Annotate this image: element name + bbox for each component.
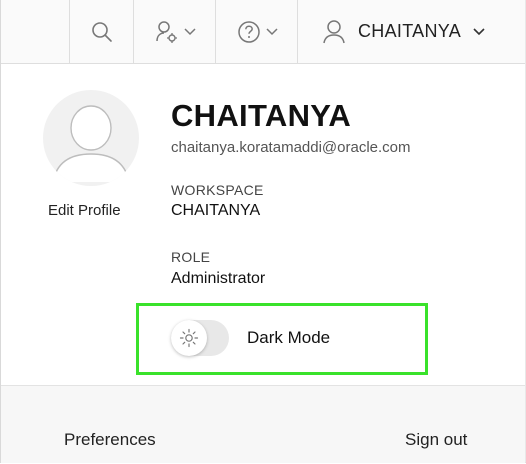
search-icon <box>91 21 113 43</box>
toggle-knob <box>171 320 207 356</box>
user-menu-label: CHAITANYA <box>358 21 462 41</box>
help-menu-button[interactable] <box>215 0 298 63</box>
sign-out-link[interactable]: Sign out <box>405 430 467 450</box>
help-icon <box>237 20 261 44</box>
workspace-label: WORKSPACE <box>171 182 264 198</box>
avatar[interactable] <box>43 90 139 186</box>
chevron-down-icon <box>473 27 485 36</box>
user-menu-button[interactable]: CHAITANYA <box>297 0 525 63</box>
edit-profile-link[interactable]: Edit Profile <box>48 202 121 219</box>
profile-display-name: CHAITANYA <box>171 98 352 133</box>
profile-email: chaitanya.koratamaddi@oracle.com <box>171 139 411 156</box>
user-settings-icon <box>155 20 179 44</box>
role-value: Administrator <box>171 270 266 287</box>
user-menu-popup: CHAITANYA Edit Profile CHAITANYA chaitan… <box>0 0 526 463</box>
header-bar: CHAITANYA <box>1 0 525 64</box>
role-label: ROLE <box>171 249 211 265</box>
workspace-value: CHAITANYA <box>171 202 261 219</box>
dark-mode-toggle[interactable] <box>171 320 229 356</box>
chevron-down-icon <box>265 27 278 36</box>
administration-menu-button[interactable] <box>133 0 216 63</box>
sun-icon <box>179 328 199 348</box>
search-button[interactable] <box>69 0 134 63</box>
chevron-down-icon <box>183 27 196 36</box>
user-icon <box>322 19 346 45</box>
menu-footer: Preferences Sign out <box>1 385 525 463</box>
preferences-link[interactable]: Preferences <box>64 430 156 450</box>
dark-mode-label: Dark Mode <box>247 328 331 347</box>
avatar-placeholder-icon <box>52 105 130 183</box>
